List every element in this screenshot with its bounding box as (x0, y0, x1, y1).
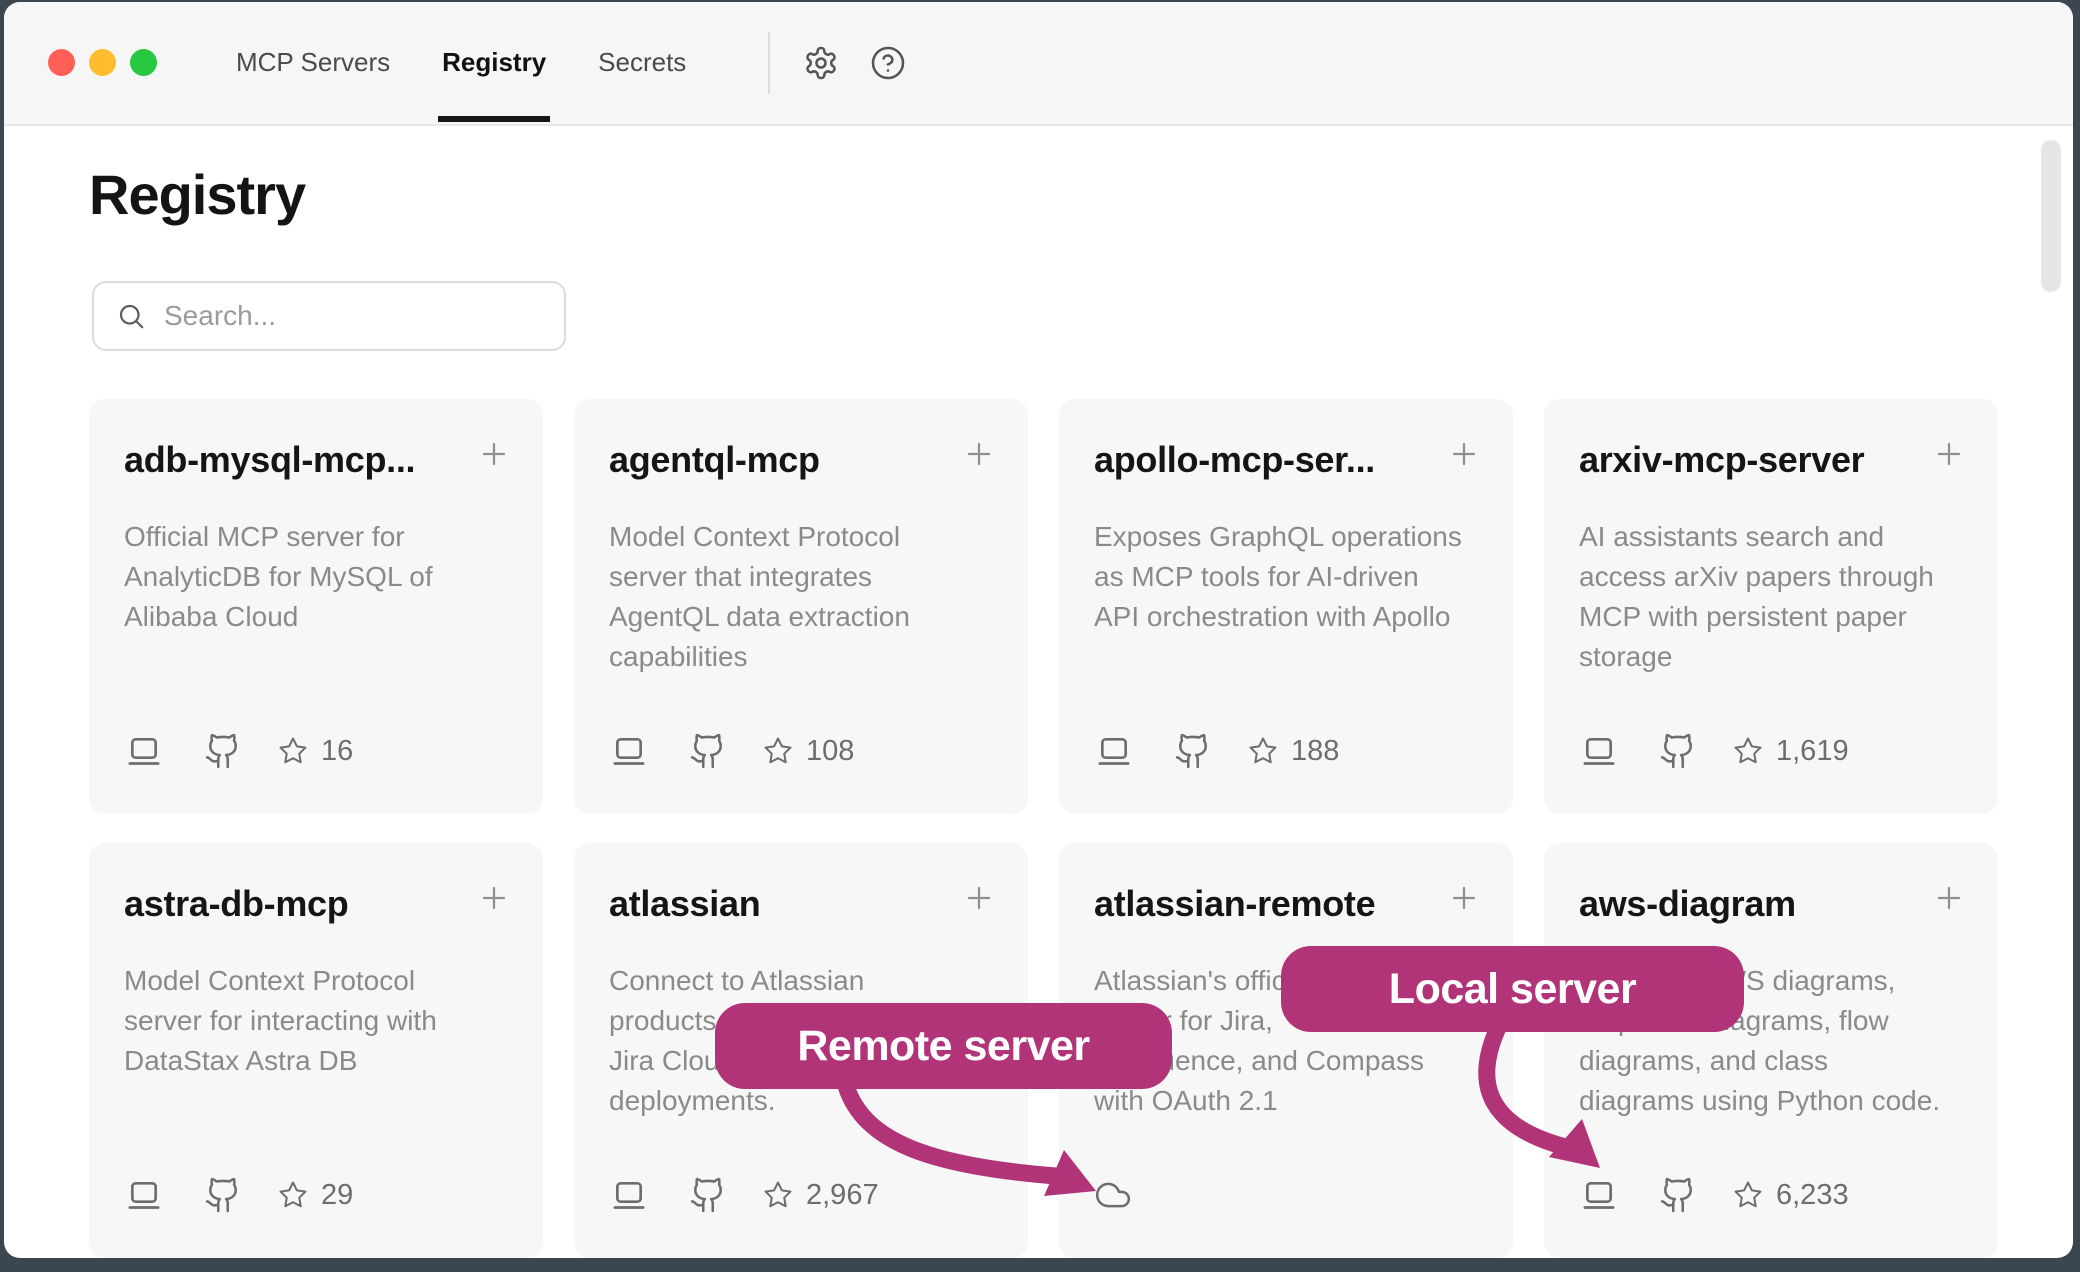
github-icon[interactable] (689, 1176, 727, 1214)
server-name: atlassian-remote (1094, 883, 1429, 925)
server-name: apollo-mcp-ser... (1094, 439, 1429, 481)
card-footer: 1,619 (1579, 729, 1849, 773)
local-server-callout: Local server (1281, 946, 1744, 1032)
star-icon (763, 1180, 793, 1210)
star-icon (1733, 736, 1763, 766)
card-footer: 29 (124, 1173, 353, 1217)
card-footer: 188 (1094, 729, 1339, 773)
search-input[interactable] (162, 299, 546, 333)
star-count: 108 (806, 735, 854, 768)
github-icon[interactable] (1659, 732, 1697, 770)
add-server-button[interactable] (1449, 883, 1479, 913)
titlebar-divider (768, 32, 770, 94)
github-icon[interactable] (1659, 1176, 1697, 1214)
scrollbar-thumb[interactable] (2041, 140, 2061, 292)
star-icon (1248, 736, 1278, 766)
tab-registry[interactable]: Registry (440, 2, 548, 122)
settings-gear-icon[interactable] (803, 45, 839, 81)
laptop-icon (1094, 731, 1134, 771)
github-icon[interactable] (204, 1176, 242, 1214)
star-count: 29 (321, 1179, 353, 1212)
card-footer (1094, 1173, 1132, 1217)
server-card[interactable]: astra-db-mcp Model Context Protocol serv… (89, 843, 543, 1258)
star-icon (763, 736, 793, 766)
star-count: 1,619 (1776, 735, 1849, 768)
card-footer: 16 (124, 729, 353, 773)
server-description: Official MCP server for AnalyticDB for M… (124, 517, 515, 637)
add-server-button[interactable] (479, 883, 509, 913)
github-icon[interactable] (689, 732, 727, 770)
server-card[interactable]: arxiv-mcp-server AI assistants search an… (1544, 399, 1998, 814)
server-description: Exposes GraphQL operations as MCP tools … (1094, 517, 1485, 637)
star-icon (1733, 1180, 1763, 1210)
zoom-window-button[interactable] (130, 49, 157, 76)
page-title: Registry (89, 162, 305, 227)
add-server-button[interactable] (1449, 439, 1479, 469)
server-name: aws-diagram (1579, 883, 1914, 925)
server-name: atlassian (609, 883, 944, 925)
server-description: Model Context Protocol server for intera… (124, 961, 515, 1081)
server-description: AI assistants search and access arXiv pa… (1579, 517, 1970, 677)
cloud-icon (1094, 1176, 1132, 1214)
search-icon (116, 301, 146, 331)
card-footer: 2,967 (609, 1173, 879, 1217)
star-count: 2,967 (806, 1179, 879, 1212)
laptop-icon (609, 731, 649, 771)
search-box[interactable] (92, 281, 566, 351)
star-icon (278, 1180, 308, 1210)
star-count: 188 (1291, 735, 1339, 768)
card-footer: 108 (609, 729, 854, 773)
add-server-button[interactable] (964, 883, 994, 913)
remote-server-callout-label: Remote server (797, 1022, 1089, 1071)
laptop-icon (1579, 1175, 1619, 1215)
server-card[interactable]: agentql-mcp Model Context Protocol serve… (574, 399, 1028, 814)
server-name: arxiv-mcp-server (1579, 439, 1914, 481)
close-window-button[interactable] (48, 49, 75, 76)
local-server-callout-label: Local server (1389, 965, 1636, 1014)
add-server-button[interactable] (479, 439, 509, 469)
laptop-icon (609, 1175, 649, 1215)
traffic-lights (48, 49, 157, 76)
star-icon (278, 736, 308, 766)
github-icon[interactable] (1174, 732, 1212, 770)
titlebar-tabs: MCP Servers Registry Secrets (234, 2, 688, 122)
server-card[interactable]: adb-mysql-mcp... Official MCP server for… (89, 399, 543, 814)
tab-secrets[interactable]: Secrets (596, 2, 688, 122)
minimize-window-button[interactable] (89, 49, 116, 76)
server-card[interactable]: apollo-mcp-ser... Exposes GraphQL operat… (1059, 399, 1513, 814)
tab-mcp-servers[interactable]: MCP Servers (234, 2, 392, 122)
laptop-icon (1579, 731, 1619, 771)
add-server-button[interactable] (964, 439, 994, 469)
server-card[interactable]: aws-diagram Generate AWS diagrams, seque… (1544, 843, 1998, 1258)
help-icon[interactable] (870, 45, 906, 81)
server-name: adb-mysql-mcp... (124, 439, 459, 481)
add-server-button[interactable] (1934, 883, 1964, 913)
server-name: astra-db-mcp (124, 883, 459, 925)
star-count: 16 (321, 735, 353, 768)
add-server-button[interactable] (1934, 439, 1964, 469)
card-footer: 6,233 (1579, 1173, 1849, 1217)
laptop-icon (124, 731, 164, 771)
star-count: 6,233 (1776, 1179, 1849, 1212)
laptop-icon (124, 1175, 164, 1215)
server-description: Model Context Protocol server that integ… (609, 517, 1000, 677)
remote-server-callout: Remote server (715, 1003, 1172, 1089)
titlebar: MCP Servers Registry Secrets (4, 2, 2073, 126)
registry-grid: adb-mysql-mcp... Official MCP server for… (89, 399, 1998, 1258)
github-icon[interactable] (204, 732, 242, 770)
server-name: agentql-mcp (609, 439, 944, 481)
